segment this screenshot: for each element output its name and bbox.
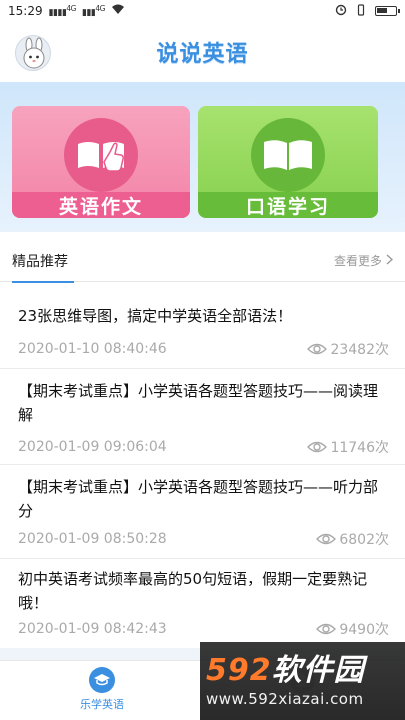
alarm-icon [335,4,347,19]
essay-label: 英语作文 [12,192,190,218]
view-more-link[interactable]: 查看更多 [333,252,394,269]
article-title: 【期末考试重点】小学英语各题型答题技巧——阅读理解 [18,382,379,424]
app-title: 说说英语 [156,42,249,67]
eye-icon [307,343,328,355]
book-hand-icon [64,118,138,192]
article-date: 2020-01-10 08:40:46 [18,341,167,357]
article-views: 6802次 [339,532,389,548]
watermark-name: 软件园 [271,653,365,688]
article-date: 2020-01-09 08:42:43 [18,621,167,637]
tab-home[interactable]: 乐学英语 [62,667,142,712]
status-bar: 15:29 ▮▮▮▮4G ▮▮▮4G [0,0,405,22]
article-views: 9490次 [339,622,389,638]
status-time: 15:29 [8,4,43,18]
chevron-right-icon [386,253,394,268]
graduation-cap-icon [89,667,115,693]
article-item[interactable]: 初中英语考试频率最高的50句短语，假期一定要熟记哦！ 2020-01-09 08… [0,559,405,648]
section-title: 精品推荐 [12,251,74,283]
site-watermark: 592软件园 www.592xiazai.com [200,642,405,720]
battery-icon [375,6,400,16]
open-book-icon [251,118,325,192]
article-item[interactable]: 23张思维导图，搞定中学英语全部语法！ 2020-01-10 08:40:46 … [0,283,405,369]
oral-label: 口语学习 [198,192,378,218]
article-title: 23张思维导图，搞定中学英语全部语法！ [18,307,293,325]
app-header: 说说英语 [0,22,405,82]
wifi-icon [111,4,125,18]
article-item[interactable]: 【期末考试重点】小学英语各题型答题技巧——听力部分 2020-01-09 08:… [0,465,405,559]
article-date: 2020-01-09 08:50:28 [18,531,167,547]
tab-home-label: 乐学英语 [80,698,124,711]
eye-icon [316,623,337,635]
view-more-label: 查看更多 [333,254,382,268]
oral-card[interactable]: 口语学习 [198,106,378,218]
essay-card[interactable]: 英语作文 [12,106,190,218]
watermark-url: www.592xiazai.com [206,690,364,708]
article-views: 11746次 [330,440,389,456]
eye-icon [307,441,328,453]
signal-icon-1: ▮▮▮▮4G [48,4,77,18]
recommend-section-header: 精品推荐 查看更多 [0,240,405,283]
article-item[interactable]: 【期末考试重点】小学英语各题型答题技巧——阅读理解 2020-01-09 09:… [0,369,405,465]
article-title: 初中英语考试频率最高的50句短语，假期一定要熟记哦！ [18,570,368,612]
eye-icon [316,533,337,545]
avatar[interactable] [15,35,51,71]
banner-area: 英语作文 口语学习 [0,82,405,232]
article-date: 2020-01-09 09:06:04 [18,439,167,455]
vibrate-icon [355,3,367,19]
article-title: 【期末考试重点】小学英语各题型答题技巧——听力部分 [18,478,379,520]
article-views: 23482次 [330,342,389,358]
watermark-number: 592 [206,653,272,688]
signal-icon-2: ▮▮▮4G [82,4,105,18]
